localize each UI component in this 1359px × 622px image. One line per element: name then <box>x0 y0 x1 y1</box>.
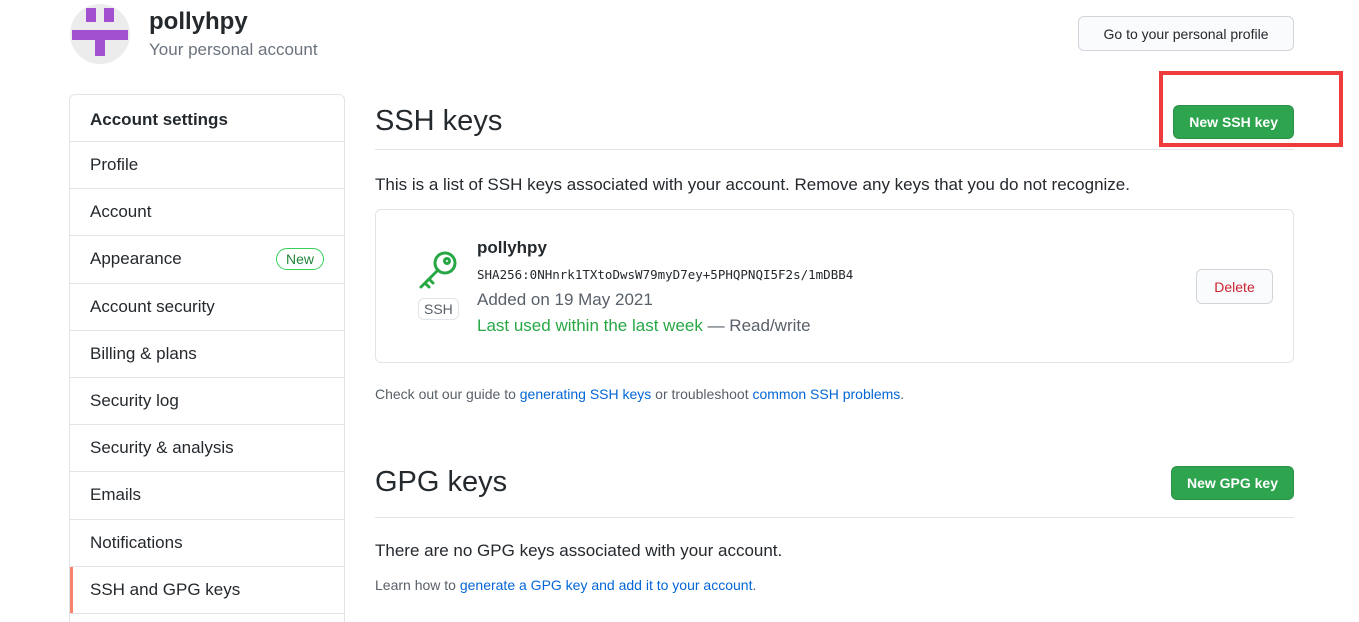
learn-prefix: Learn how to <box>375 577 460 593</box>
account-subtitle: Your personal account <box>149 40 318 59</box>
sidebar-item-billing[interactable]: Billing & plans <box>70 331 344 378</box>
sidebar-item-account-security[interactable]: Account security <box>70 284 344 331</box>
ssh-description: This is a list of SSH keys associated wi… <box>375 175 1130 194</box>
gpg-learn-text: Learn how to generate a GPG key and add … <box>375 577 1294 593</box>
ssh-key-fingerprint: SHA256:0NHnrk1TXtoDwsW79myD7ey+5PHQPNQI5… <box>477 267 854 282</box>
ssh-keys-title: SSH keys <box>375 105 503 137</box>
sidebar-item-appearance[interactable]: Appearance New <box>70 236 344 284</box>
delete-ssh-key-button[interactable]: Delete <box>1196 269 1273 304</box>
settings-sidebar: Account settings Profile Account Appeara… <box>69 94 345 622</box>
main-content: SSH keys New SSH key This is a list of S… <box>375 94 1294 593</box>
ssh-section-header: SSH keys New SSH key <box>375 94 1294 150</box>
ssh-key-added-date: Added on 19 May 2021 <box>477 290 653 309</box>
sidebar-item-label: Account security <box>90 296 215 316</box>
learn-suffix: . <box>752 577 757 593</box>
ssh-key-name: pollyhpy <box>477 238 547 257</box>
new-gpg-key-button[interactable]: New GPG key <box>1170 465 1294 500</box>
sidebar-item-label: Notifications <box>90 532 183 552</box>
gpg-keys-title: GPG keys <box>375 466 508 498</box>
sidebar-item-label: Appearance <box>90 249 182 269</box>
ssh-key-item: SSH pollyhpy SHA256:0NHnrk1TXtoDwsW79myD… <box>375 209 1294 363</box>
gpg-section: GPG keys New GPG key There are no GPG ke… <box>375 448 1294 593</box>
sidebar-item-label: SSH and GPG keys <box>90 579 241 599</box>
sidebar-item-security-analysis[interactable]: Security & analysis <box>70 425 344 473</box>
sidebar-item-ssh-gpg-keys[interactable]: SSH and GPG keys <box>70 566 344 614</box>
gpg-section-header: GPG keys New GPG key <box>375 448 1294 518</box>
sidebar-item-label: Billing & plans <box>90 343 197 363</box>
guide-suffix: . <box>900 386 905 402</box>
highlight-annotation <box>1159 71 1343 147</box>
account-username: pollyhpy <box>149 8 248 35</box>
sidebar-item-profile[interactable]: Profile <box>70 142 344 190</box>
go-to-profile-button[interactable]: Go to your personal profile <box>1078 16 1294 51</box>
sidebar-item-label: Emails <box>90 485 142 505</box>
sidebar-item-emails[interactable]: Emails <box>70 472 344 520</box>
guide-prefix: Check out our guide to <box>375 386 520 402</box>
ssh-key-last-used: Last used within the last week <box>477 316 703 335</box>
ssh-key-usage: Last used within the last week — Read/wr… <box>477 316 811 336</box>
sidebar-item-label: Profile <box>90 155 139 175</box>
generating-ssh-keys-link[interactable]: generating SSH keys <box>520 386 652 402</box>
sidebar-item-label: Security log <box>90 391 179 411</box>
avatar[interactable] <box>70 4 130 64</box>
common-ssh-problems-link[interactable]: common SSH problems <box>752 386 900 402</box>
ssh-type-label: SSH <box>418 298 459 320</box>
ssh-key-access: — Read/write <box>702 316 811 335</box>
sidebar-item-label: Security & analysis <box>90 438 234 458</box>
sidebar-item-label: Account <box>90 202 152 222</box>
sidebar-heading: Account settings <box>70 95 344 142</box>
sidebar-item-notifications[interactable]: Notifications <box>70 520 344 567</box>
key-icon <box>419 251 457 289</box>
guide-middle: or troubleshoot <box>651 386 753 402</box>
sidebar-item-account[interactable]: Account <box>70 189 344 237</box>
new-badge: New <box>275 248 324 271</box>
ssh-guide-text: Check out our guide to generating SSH ke… <box>375 386 1294 402</box>
sidebar-item-security-log[interactable]: Security log <box>70 378 344 426</box>
gpg-empty-text: There are no GPG keys associated with yo… <box>375 541 783 560</box>
generate-gpg-key-link[interactable]: generate a GPG key and add it to your ac… <box>460 577 753 593</box>
